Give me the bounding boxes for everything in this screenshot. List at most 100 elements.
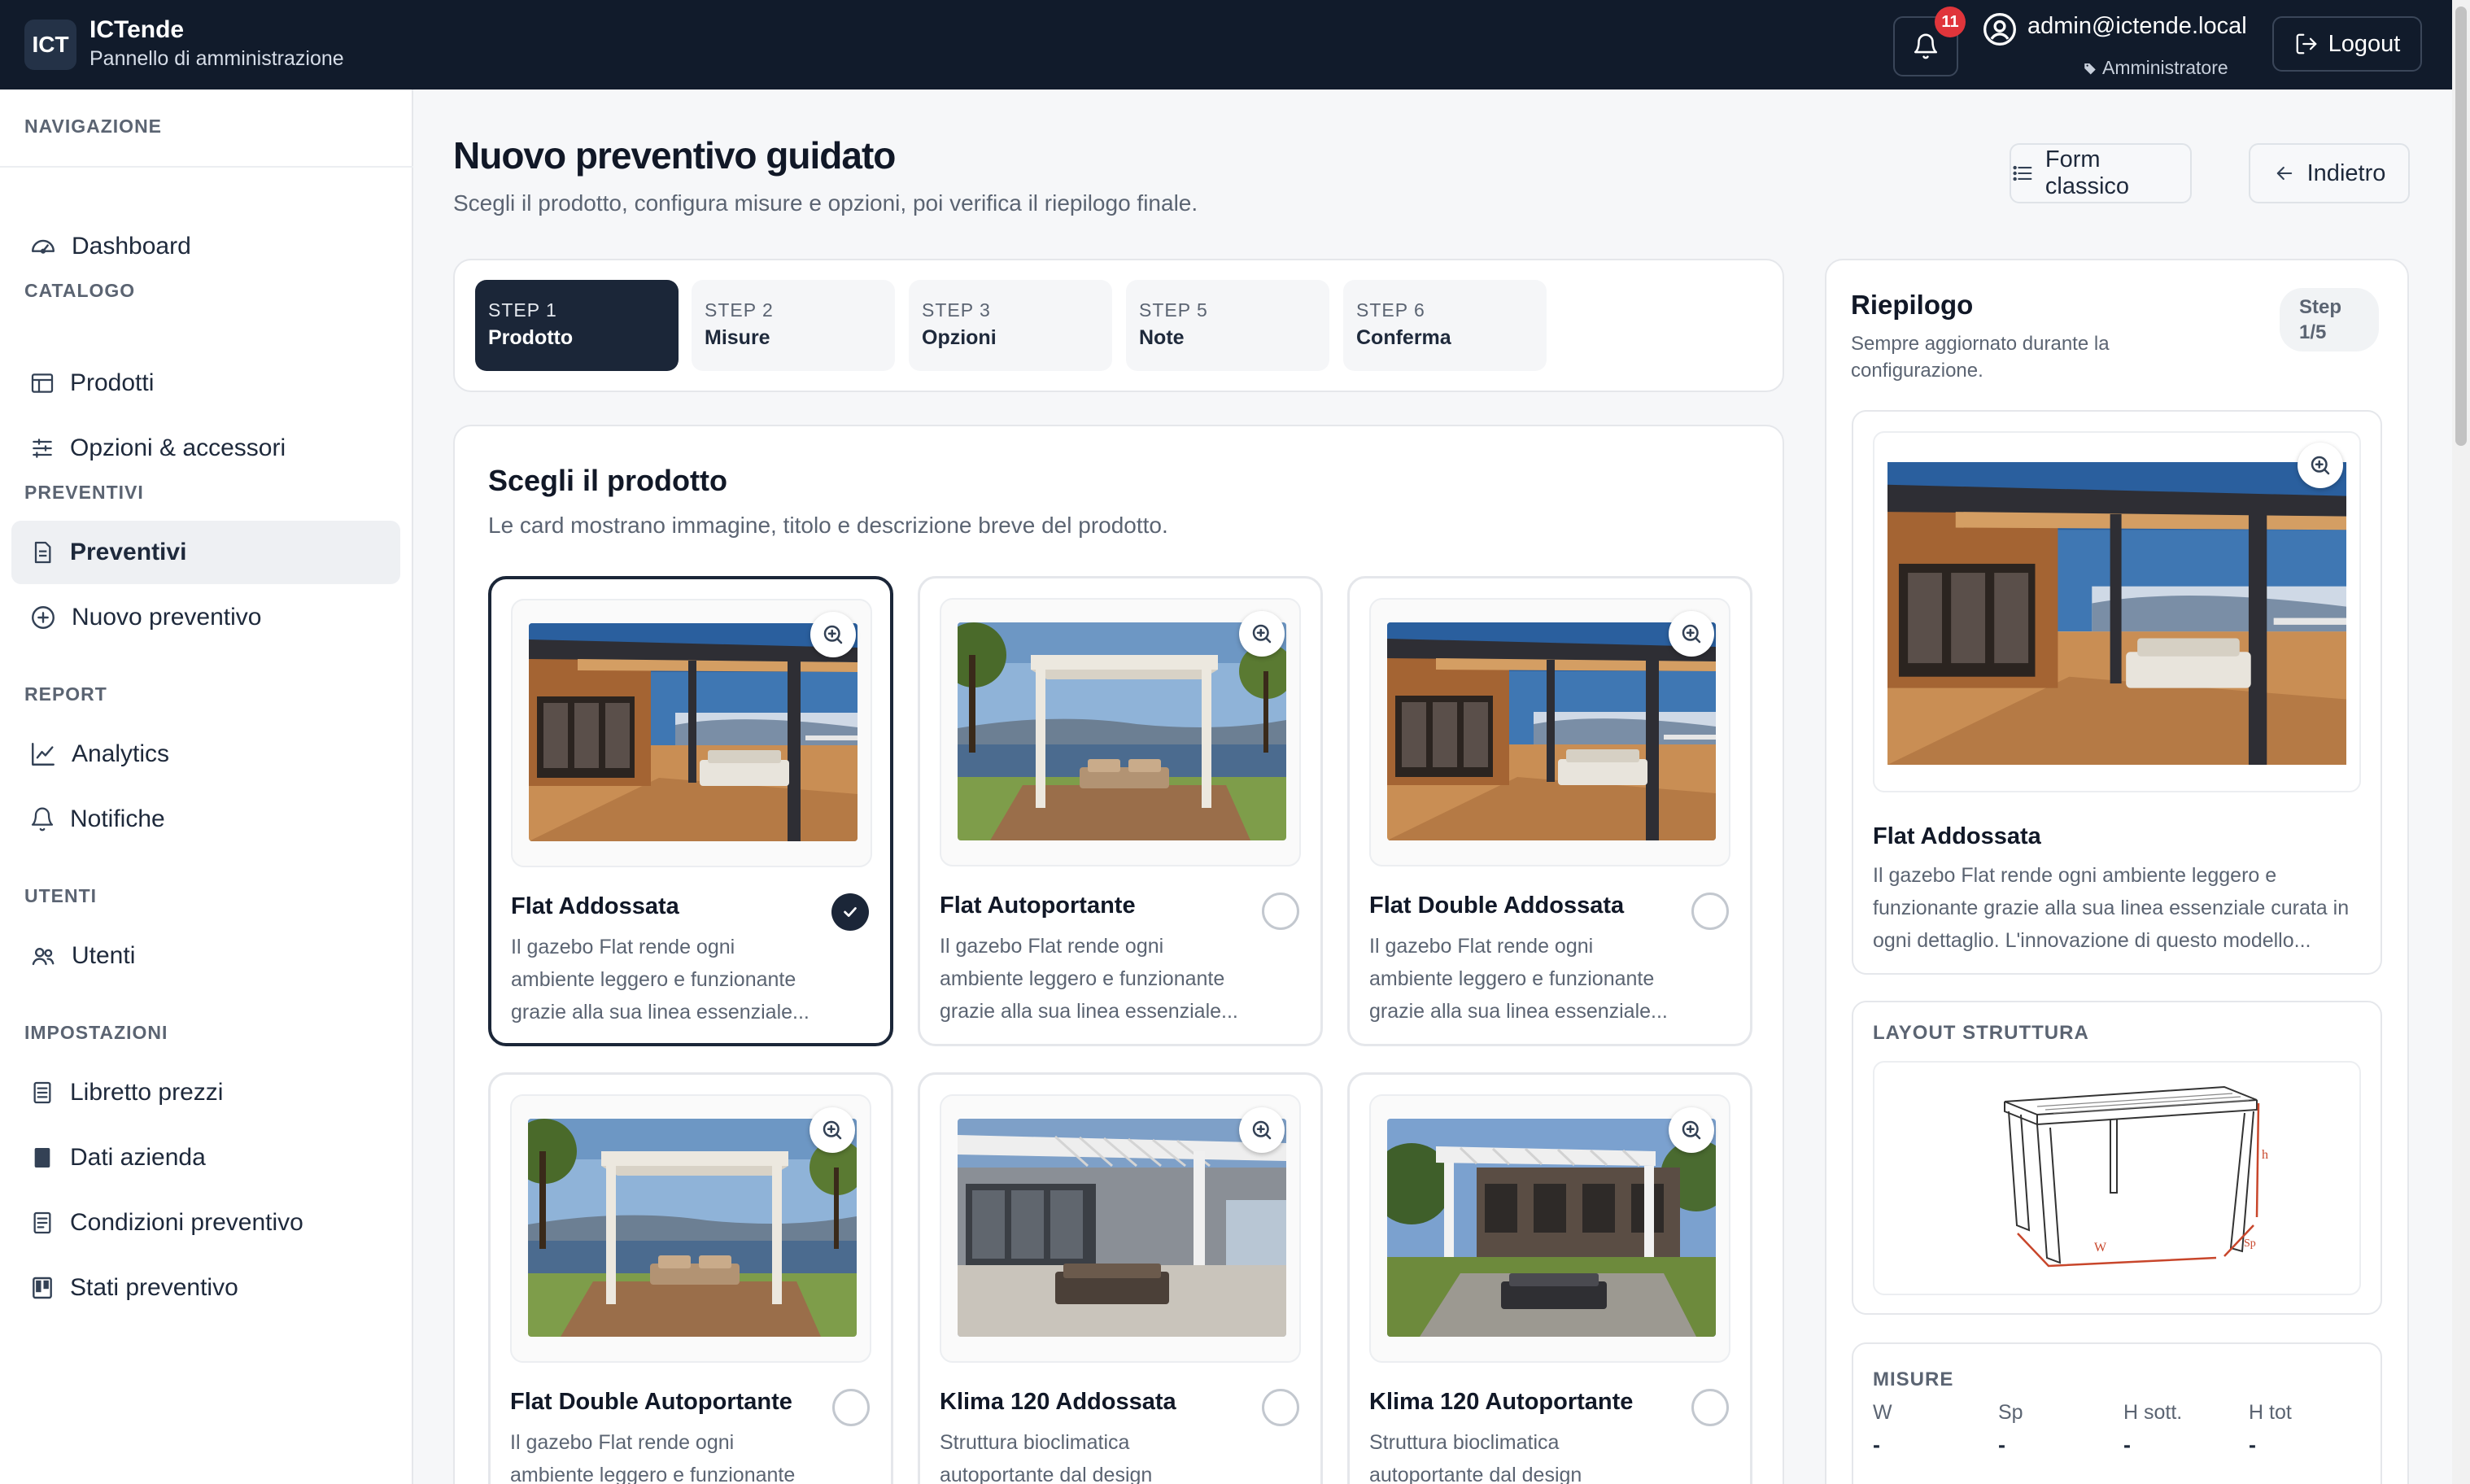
arrow-left-icon [2276, 166, 2292, 181]
product-name: Flat Addossata [511, 893, 679, 919]
check-icon [844, 907, 857, 917]
brand-subtitle: Pannello di amministrazione [89, 47, 344, 70]
sidebar-item-analytics[interactable]: Analytics [11, 722, 400, 786]
product-desc-line: autoportante dal design [940, 1464, 1153, 1484]
sidebar-item-notifiche[interactable]: Notifiche [11, 788, 400, 851]
chart-line-icon [32, 743, 55, 766]
measure-h-sott: H sott. - [2123, 1401, 2245, 1458]
sidebar-item-utenti[interactable]: Utenti [11, 924, 400, 988]
zoom-button[interactable] [2298, 443, 2343, 488]
user-email[interactable]: admin@ictende.local [2027, 13, 2247, 40]
form-classico-button[interactable]: Form classico [2010, 143, 2192, 203]
section-title: Scegli il prodotto [488, 464, 727, 497]
zoom-button[interactable] [810, 1107, 855, 1153]
zoom-in-icon [823, 625, 843, 644]
zoom-button[interactable] [1669, 1107, 1714, 1153]
product-image[interactable] [528, 1119, 857, 1337]
sidebar-item-libretto-prezzi[interactable]: Libretto prezzi [11, 1061, 400, 1124]
bell-icon [31, 807, 54, 831]
product-image[interactable] [958, 622, 1286, 840]
sidebar: NAVIGAZIONE Dashboard CATALOGO Prodotti … [0, 89, 413, 1484]
product-radio[interactable] [1262, 1389, 1299, 1426]
sidebar-item-nuovo-preventivo[interactable]: Nuovo preventivo [11, 586, 400, 649]
user-role: Amministratore [2083, 57, 2228, 79]
product-radio[interactable] [1262, 893, 1299, 930]
sidebar-item-dati-azienda[interactable]: Dati azienda [11, 1126, 400, 1189]
product-card-klima-120-autoportante[interactable]: Klima 120 Autoportante Struttura bioclim… [1347, 1072, 1752, 1484]
product-desc-line: Struttura bioclimatica [1369, 1431, 1560, 1454]
zoom-in-icon [1252, 1120, 1272, 1140]
sidebar-divider [0, 166, 413, 168]
product-image[interactable] [1387, 622, 1716, 840]
sidebar-item-label: Utenti [72, 942, 136, 969]
product-desc-line: autoportante dal design [1369, 1464, 1582, 1484]
sidebar-item-label: Stati preventivo [70, 1274, 238, 1301]
product-image[interactable] [958, 1119, 1286, 1337]
sidebar-item-stati-preventivo[interactable]: Stati preventivo [11, 1256, 400, 1320]
measure-label: Sp [1998, 1401, 2023, 1424]
product-card-flat-double-autoportante[interactable]: Flat Double Autoportante Il gazebo Flat … [488, 1072, 893, 1484]
zoom-button[interactable] [1239, 611, 1285, 657]
dim-w-label: W [2094, 1241, 2107, 1255]
file-text-icon [33, 1211, 51, 1234]
product-desc-line: Struttura bioclimatica [940, 1431, 1130, 1454]
product-radio[interactable] [1691, 1389, 1729, 1426]
step-note[interactable]: STEP 5 Note [1126, 280, 1329, 371]
gauge-icon [32, 239, 55, 254]
brand-logo[interactable]: ICT [24, 20, 76, 70]
product-card-flat-addossata[interactable]: Flat Addossata Il gazebo Flat rende ogni… [488, 576, 893, 1046]
sidebar-item-prodotti[interactable]: Prodotti [11, 351, 400, 415]
recap-product-name: Flat Addossata [1873, 823, 2041, 849]
indietro-label: Indietro [2306, 159, 2386, 186]
product-image[interactable] [1387, 1119, 1716, 1337]
sidebar-item-opzioni[interactable]: Opzioni & accessori [11, 417, 400, 480]
logout-button[interactable]: Logout [2272, 16, 2422, 72]
product-description: Il gazebo Flat rende ogni ambiente legge… [1369, 930, 1695, 1028]
sidebar-item-condizioni-preventivo[interactable]: Condizioni preventivo [11, 1191, 400, 1255]
sidebar-heading-catalogo: CATALOGO [24, 280, 136, 301]
measure-value: - [1998, 1433, 2005, 1457]
product-desc-line: ambiente leggero e funzionante [511, 968, 796, 991]
step-conferma[interactable]: STEP 6 Conferma [1343, 280, 1547, 371]
sidebar-item-label: Preventivi [70, 539, 187, 565]
sidebar-item-label: Libretto prezzi [70, 1079, 224, 1106]
product-desc-line: grazie alla sua linea essenziale... [511, 1001, 810, 1024]
zoom-button[interactable] [1669, 611, 1714, 657]
product-card-flat-autoportante[interactable]: Flat Autoportante Il gazebo Flat rende o… [918, 576, 1323, 1046]
scrollbar-thumb[interactable] [2455, 7, 2467, 446]
step-prodotto[interactable]: STEP 1 Prodotto [475, 280, 679, 371]
document-icon [34, 541, 51, 564]
product-image[interactable] [529, 623, 858, 841]
user-circle-icon [1983, 13, 2016, 46]
brand-name: ICTende [89, 16, 185, 43]
dim-h-label: h [2262, 1148, 2268, 1162]
product-desc-line: ambiente leggero e funzionante [510, 1464, 796, 1484]
product-card-klima-120-addossata[interactable]: Klima 120 Addossata Struttura bioclimati… [918, 1072, 1323, 1484]
sidebar-item-label: Opzioni & accessori [70, 434, 286, 461]
step-name: Prodotto [488, 326, 574, 349]
zoom-button[interactable] [810, 612, 856, 657]
product-radio[interactable] [832, 1389, 870, 1426]
measure-value: - [2249, 1433, 2256, 1457]
sidebar-item-preventivi[interactable]: Preventivi [11, 521, 400, 584]
indietro-button[interactable]: Indietro [2249, 143, 2410, 203]
product-radio[interactable] [1691, 893, 1729, 930]
step-number: STEP 1 [488, 299, 557, 321]
product-card-flat-double-addossata[interactable]: Flat Double Addossata Il gazebo Flat ren… [1347, 576, 1752, 1046]
sidebar-item-label: Dashboard [72, 233, 191, 260]
step-opzioni[interactable]: STEP 3 Opzioni [909, 280, 1112, 371]
step-misure[interactable]: STEP 2 Misure [692, 280, 895, 371]
product-name: Klima 120 Addossata [940, 1389, 1176, 1415]
product-radio-selected[interactable] [831, 893, 869, 931]
sidebar-item-label: Prodotti [70, 369, 155, 396]
product-description: Il gazebo Flat rende ogni ambiente legge… [940, 930, 1265, 1028]
product-desc-line: grazie alla sua linea essenziale... [940, 1000, 1238, 1023]
sidebar-item-dashboard[interactable]: Dashboard [11, 215, 400, 278]
sliders-icon [33, 439, 52, 458]
recap-product-image[interactable] [1887, 462, 2346, 765]
recap-product-card: Flat Addossata Il gazebo Flat rende ogni… [1852, 410, 2382, 975]
product-name: Klima 120 Autoportante [1369, 1389, 1634, 1415]
sidebar-item-label: Notifiche [70, 805, 165, 832]
step-number: STEP 3 [922, 299, 991, 321]
zoom-button[interactable] [1239, 1107, 1285, 1153]
